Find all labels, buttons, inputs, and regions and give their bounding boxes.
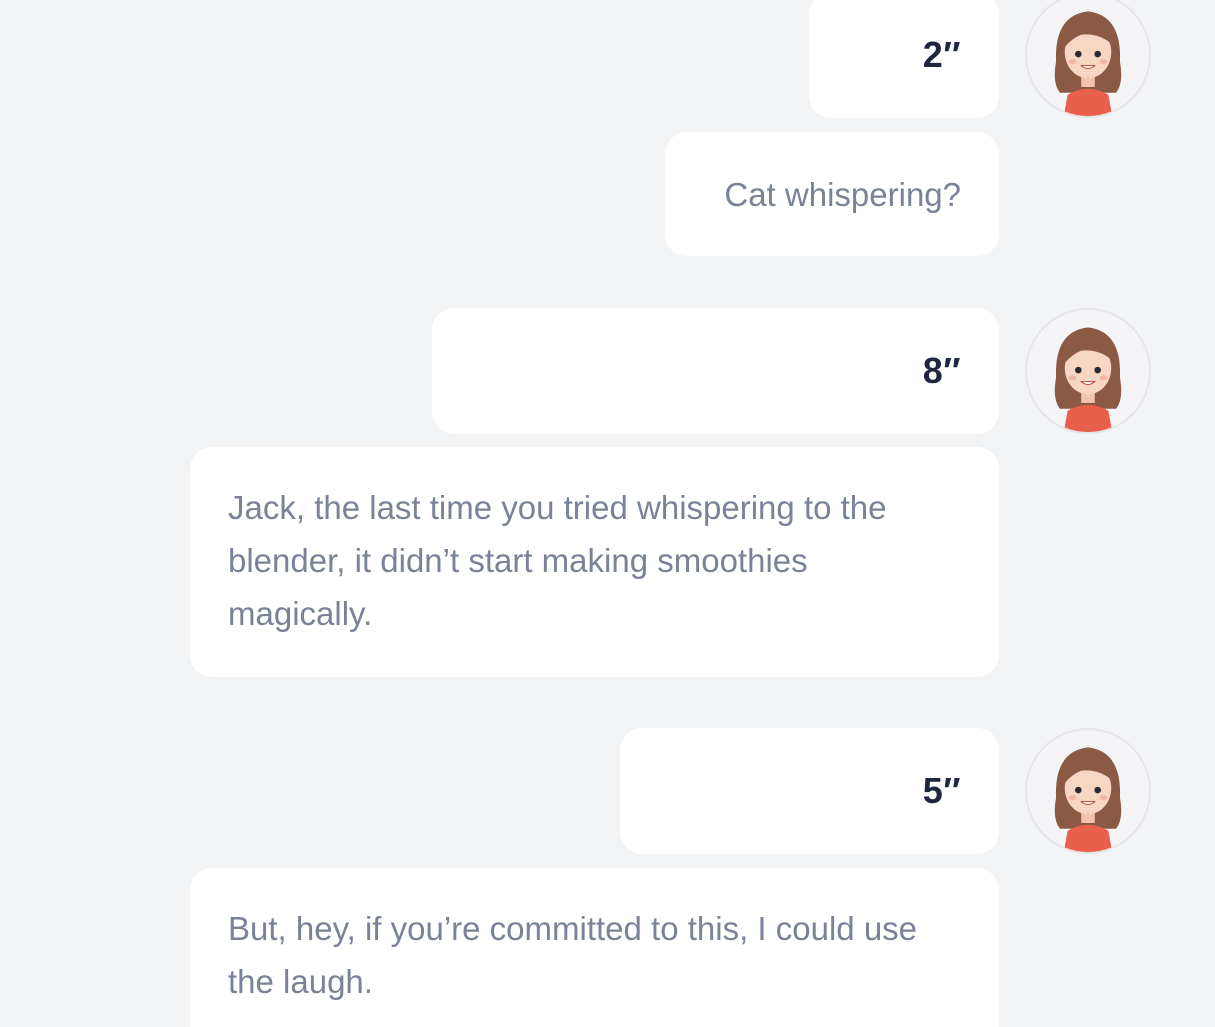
message-text: Jack, the last time you tried whispering…: [228, 489, 887, 632]
voice-duration: 8″: [922, 350, 961, 391]
voice-duration: 2″: [922, 34, 961, 75]
voice-duration: 5″: [922, 770, 961, 811]
chat-thread: 2″ Cat whispering? 8″ Jack, the last tim…: [0, 0, 1215, 1027]
woman-avatar[interactable]: [1025, 0, 1151, 118]
text-message-bubble: But, hey, if you’re committed to this, I…: [190, 868, 999, 1027]
message-text: But, hey, if you’re committed to this, I…: [228, 910, 918, 1000]
woman-avatar[interactable]: [1025, 728, 1151, 854]
text-message-bubble: Jack, the last time you tried whispering…: [190, 447, 999, 677]
message-text: Cat whispering?: [724, 175, 961, 213]
voice-message-bubble[interactable]: 8″: [432, 308, 999, 434]
voice-message-bubble[interactable]: 2″: [809, 0, 999, 118]
woman-avatar[interactable]: [1025, 308, 1151, 434]
woman-avatar-icon: [1054, 747, 1122, 852]
text-message-bubble: Cat whispering?: [665, 132, 999, 256]
woman-avatar-icon: [1054, 327, 1122, 432]
woman-avatar-icon: [1054, 11, 1122, 116]
voice-message-bubble[interactable]: 5″: [620, 728, 999, 854]
